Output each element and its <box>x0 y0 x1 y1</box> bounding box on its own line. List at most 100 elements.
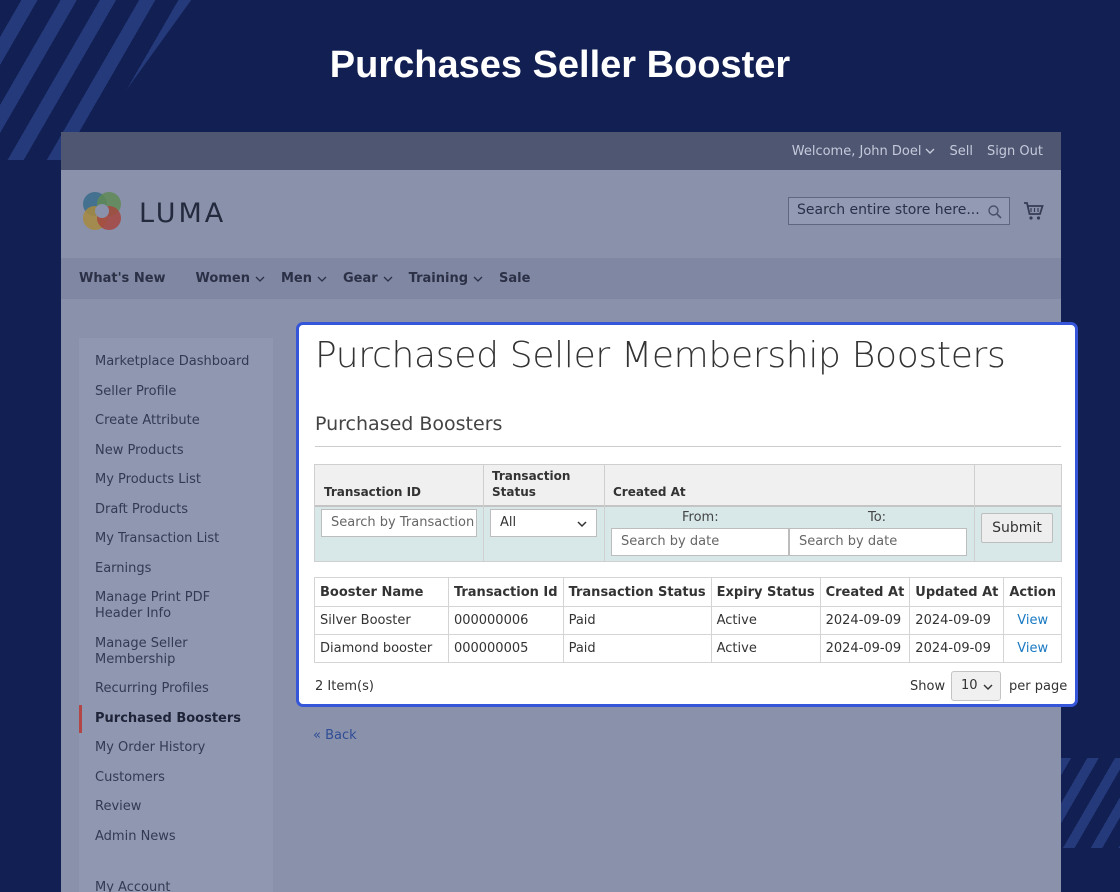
chevron-down-icon <box>473 276 483 282</box>
sidebar-item-purchased-boosters[interactable]: Purchased Boosters <box>79 704 273 733</box>
sidebar-item-customers[interactable]: Customers <box>79 770 273 786</box>
nav-label: Women <box>195 271 250 286</box>
section-divider <box>315 446 1061 447</box>
sidebar-item-new-products[interactable]: New Products <box>79 443 273 459</box>
nav-item-women[interactable]: Women <box>196 271 265 286</box>
sidebar-item-my-account[interactable]: My Account <box>79 880 273 892</box>
sell-link[interactable]: Sell <box>949 144 972 159</box>
filter-header-created-at: Created At <box>613 485 686 499</box>
col-created-at: Created At <box>819 577 911 607</box>
filter-column-divider <box>483 465 484 561</box>
sidebar-item-recurring-profiles[interactable]: Recurring Profiles <box>79 681 273 697</box>
items-count: 2 Item(s) <box>315 679 374 694</box>
nav-item-men[interactable]: Men <box>281 271 327 286</box>
welcome-text: Welcome, John Doel <box>791 143 922 159</box>
per-page-value: 10 <box>961 678 978 693</box>
chevron-down-icon <box>255 276 265 282</box>
cell-expiry-status: Active <box>710 634 821 663</box>
col-updated-at: Updated At <box>909 577 1005 607</box>
purchased-boosters-card: Purchased Seller Membership Boosters Pur… <box>296 322 1078 707</box>
banner-title: Purchases Seller Booster <box>329 44 791 86</box>
chevron-down-icon <box>577 521 587 528</box>
sidebar-item-manage-seller-membership[interactable]: Manage Seller Membership <box>79 636 273 668</box>
nav-item-gear[interactable]: Gear <box>343 271 393 286</box>
nav-item-sale[interactable]: Sale <box>499 271 530 286</box>
chevron-down-icon <box>317 276 327 282</box>
sidebar-item-manage-print-pdf[interactable]: Manage Print PDF Header Info <box>79 590 261 622</box>
top-bar: Welcome, John Doel Sell Sign Out <box>61 132 1061 170</box>
cell-booster-name: Silver Booster <box>314 606 449 635</box>
cart-icon[interactable] <box>1023 200 1045 222</box>
nav-label: Men <box>280 271 312 286</box>
back-link[interactable]: « Back <box>313 728 357 743</box>
transaction-status-value: All <box>500 515 517 530</box>
cell-updated-at: 2024-09-09 <box>909 606 1005 635</box>
cell-action: View <box>1003 606 1062 635</box>
filter-header-transaction-status-line2: Status <box>492 485 536 499</box>
col-transaction-status: Transaction Status <box>562 577 712 607</box>
filter-header-transaction-id: Transaction ID <box>324 485 422 499</box>
cell-expiry-status: Active <box>710 606 821 635</box>
search-icon[interactable] <box>987 204 1003 220</box>
luma-logo-icon[interactable] <box>79 188 125 234</box>
cell-created-at: 2024-09-09 <box>819 634 911 663</box>
cell-booster-name: Diamond booster <box>314 634 449 663</box>
sign-out-link[interactable]: Sign Out <box>987 144 1043 159</box>
transaction-status-select[interactable]: All <box>490 509 597 537</box>
filter-column-divider <box>604 465 605 561</box>
cell-transaction-id: 000000006 <box>447 606 564 635</box>
to-date-input[interactable]: Search by date <box>789 528 967 556</box>
from-date-input[interactable]: Search by date <box>611 528 789 556</box>
col-action: Action <box>1003 577 1062 607</box>
filter-column-divider <box>974 465 975 561</box>
sidebar-item-earnings[interactable]: Earnings <box>79 561 273 577</box>
sidebar-item-draft-products[interactable]: Draft Products <box>79 502 273 518</box>
view-link[interactable]: View <box>1017 613 1048 628</box>
cell-transaction-status: Paid <box>562 634 712 663</box>
col-expiry-status: Expiry Status <box>710 577 821 607</box>
sidebar-item-create-attribute[interactable]: Create Attribute <box>79 413 273 429</box>
section-title: Purchased Boosters <box>315 413 503 435</box>
sidebar-item-review[interactable]: Review <box>79 799 273 815</box>
cell-action: View <box>1003 634 1062 663</box>
chevron-down-icon <box>925 148 935 154</box>
per-page-label: per page <box>1009 679 1068 694</box>
store-search-input[interactable]: Search entire store here... <box>788 197 1010 225</box>
per-page-select[interactable]: 10 <box>951 671 1001 701</box>
sidebar-item-my-transaction-list[interactable]: My Transaction List <box>79 531 273 547</box>
store-header: LUMA Search entire store here... <box>61 170 1061 258</box>
show-label: Show <box>910 679 946 694</box>
seller-sidebar: Marketplace Dashboard Seller Profile Cre… <box>79 338 273 892</box>
chevron-down-icon <box>383 276 393 282</box>
nav-label: What's New <box>79 271 166 286</box>
logo-text: LUMA <box>139 198 227 229</box>
chevron-down-icon <box>983 684 993 690</box>
nav-label: Sale <box>499 271 531 286</box>
main-nav: What's New Women Men Gear Training Sale <box>61 258 1061 299</box>
cell-updated-at: 2024-09-09 <box>909 634 1005 663</box>
sidebar-item-seller-profile[interactable]: Seller Profile <box>79 384 273 400</box>
table-row: Silver Booster 000000006 Paid Active 202… <box>314 606 1062 635</box>
submit-button[interactable]: Submit <box>981 513 1053 543</box>
cell-transaction-status: Paid <box>562 606 712 635</box>
nav-item-training[interactable]: Training <box>409 271 483 286</box>
sidebar-item-admin-news[interactable]: Admin News <box>79 829 273 845</box>
welcome-menu[interactable]: Welcome, John Doel <box>792 144 936 159</box>
view-link[interactable]: View <box>1017 641 1048 656</box>
page-title: Purchased Seller Membership Boosters <box>315 335 1006 376</box>
col-transaction-id: Transaction Id <box>447 577 564 607</box>
nav-label: Training <box>408 271 469 286</box>
sidebar-item-my-order-history[interactable]: My Order History <box>79 740 273 756</box>
col-booster-name: Booster Name <box>314 577 449 607</box>
filter-header <box>315 465 1061 507</box>
cell-transaction-id: 000000005 <box>447 634 564 663</box>
sidebar-item-my-products-list[interactable]: My Products List <box>79 472 273 488</box>
transaction-id-search-input[interactable]: Search by Transaction I <box>321 509 477 537</box>
filter-panel: Transaction ID Transaction Status Create… <box>314 464 1062 562</box>
table-header-row: Booster Name Transaction Id Transaction … <box>314 577 1062 607</box>
nav-label: Gear <box>342 271 378 286</box>
sidebar-item-marketplace-dashboard[interactable]: Marketplace Dashboard <box>79 354 273 370</box>
table-row: Diamond booster 000000005 Paid Active 20… <box>314 634 1062 663</box>
nav-item-whats-new[interactable]: What's New <box>79 271 166 286</box>
